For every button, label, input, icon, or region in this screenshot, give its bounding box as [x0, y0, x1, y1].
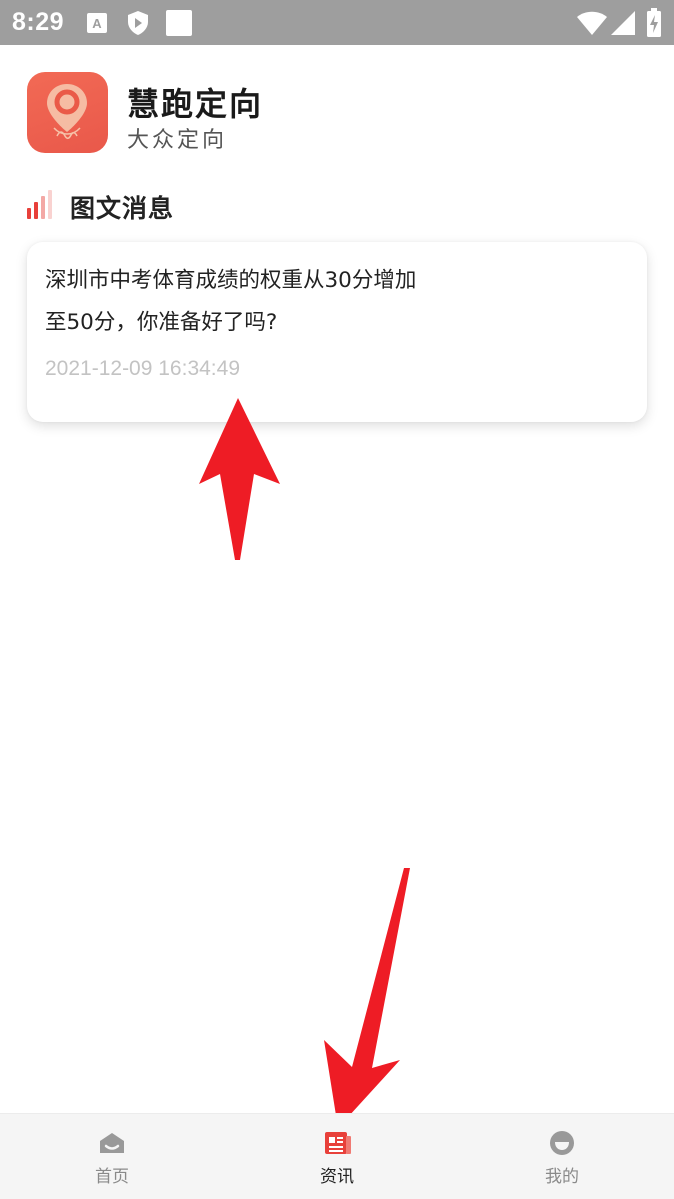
- app-name: 慧跑定向: [127, 85, 264, 123]
- app-subtitle: 大众定向: [127, 128, 228, 153]
- notification-square-icon: [166, 10, 192, 36]
- nav-label-profile: 我的: [545, 1167, 579, 1187]
- nav-item-home[interactable]: 首页: [52, 1114, 172, 1199]
- battery-icon: [647, 8, 661, 37]
- news-card[interactable]: 深圳市中考体育成绩的权重从30分增加至50分，你准备好了吗? 2021-12-0…: [27, 242, 647, 422]
- home-icon: [100, 1133, 124, 1153]
- annotation-arrow-up-icon: [199, 398, 410, 1128]
- signal-icon: [611, 11, 635, 35]
- news-title: 深圳市中考体育成绩的权重从30分增加至50分，你准备好了吗?: [45, 268, 417, 335]
- shield-icon: [128, 11, 148, 35]
- wifi-icon: [577, 11, 607, 35]
- nav-label-home: 首页: [95, 1167, 129, 1187]
- notification-a-icon: A: [87, 13, 107, 33]
- news-icon: [325, 1132, 351, 1154]
- news-timestamp: 2021-12-09 16:34:49: [45, 357, 240, 380]
- app-logo: [27, 72, 108, 153]
- profile-icon: [550, 1131, 574, 1155]
- section-title: 图文消息: [70, 194, 175, 223]
- bar-signal-icon: [27, 190, 52, 219]
- nav-label-news: 资讯: [320, 1167, 354, 1187]
- status-bar: 8:29 A: [0, 0, 674, 45]
- status-time: 8:29: [12, 8, 65, 36]
- svg-text:A: A: [92, 16, 102, 31]
- location-pin-logo-icon: [47, 84, 87, 140]
- bottom-nav: 首页 资讯 我的: [0, 1113, 674, 1199]
- nav-item-profile[interactable]: 我的: [502, 1114, 622, 1199]
- nav-item-news[interactable]: 资讯: [277, 1114, 397, 1199]
